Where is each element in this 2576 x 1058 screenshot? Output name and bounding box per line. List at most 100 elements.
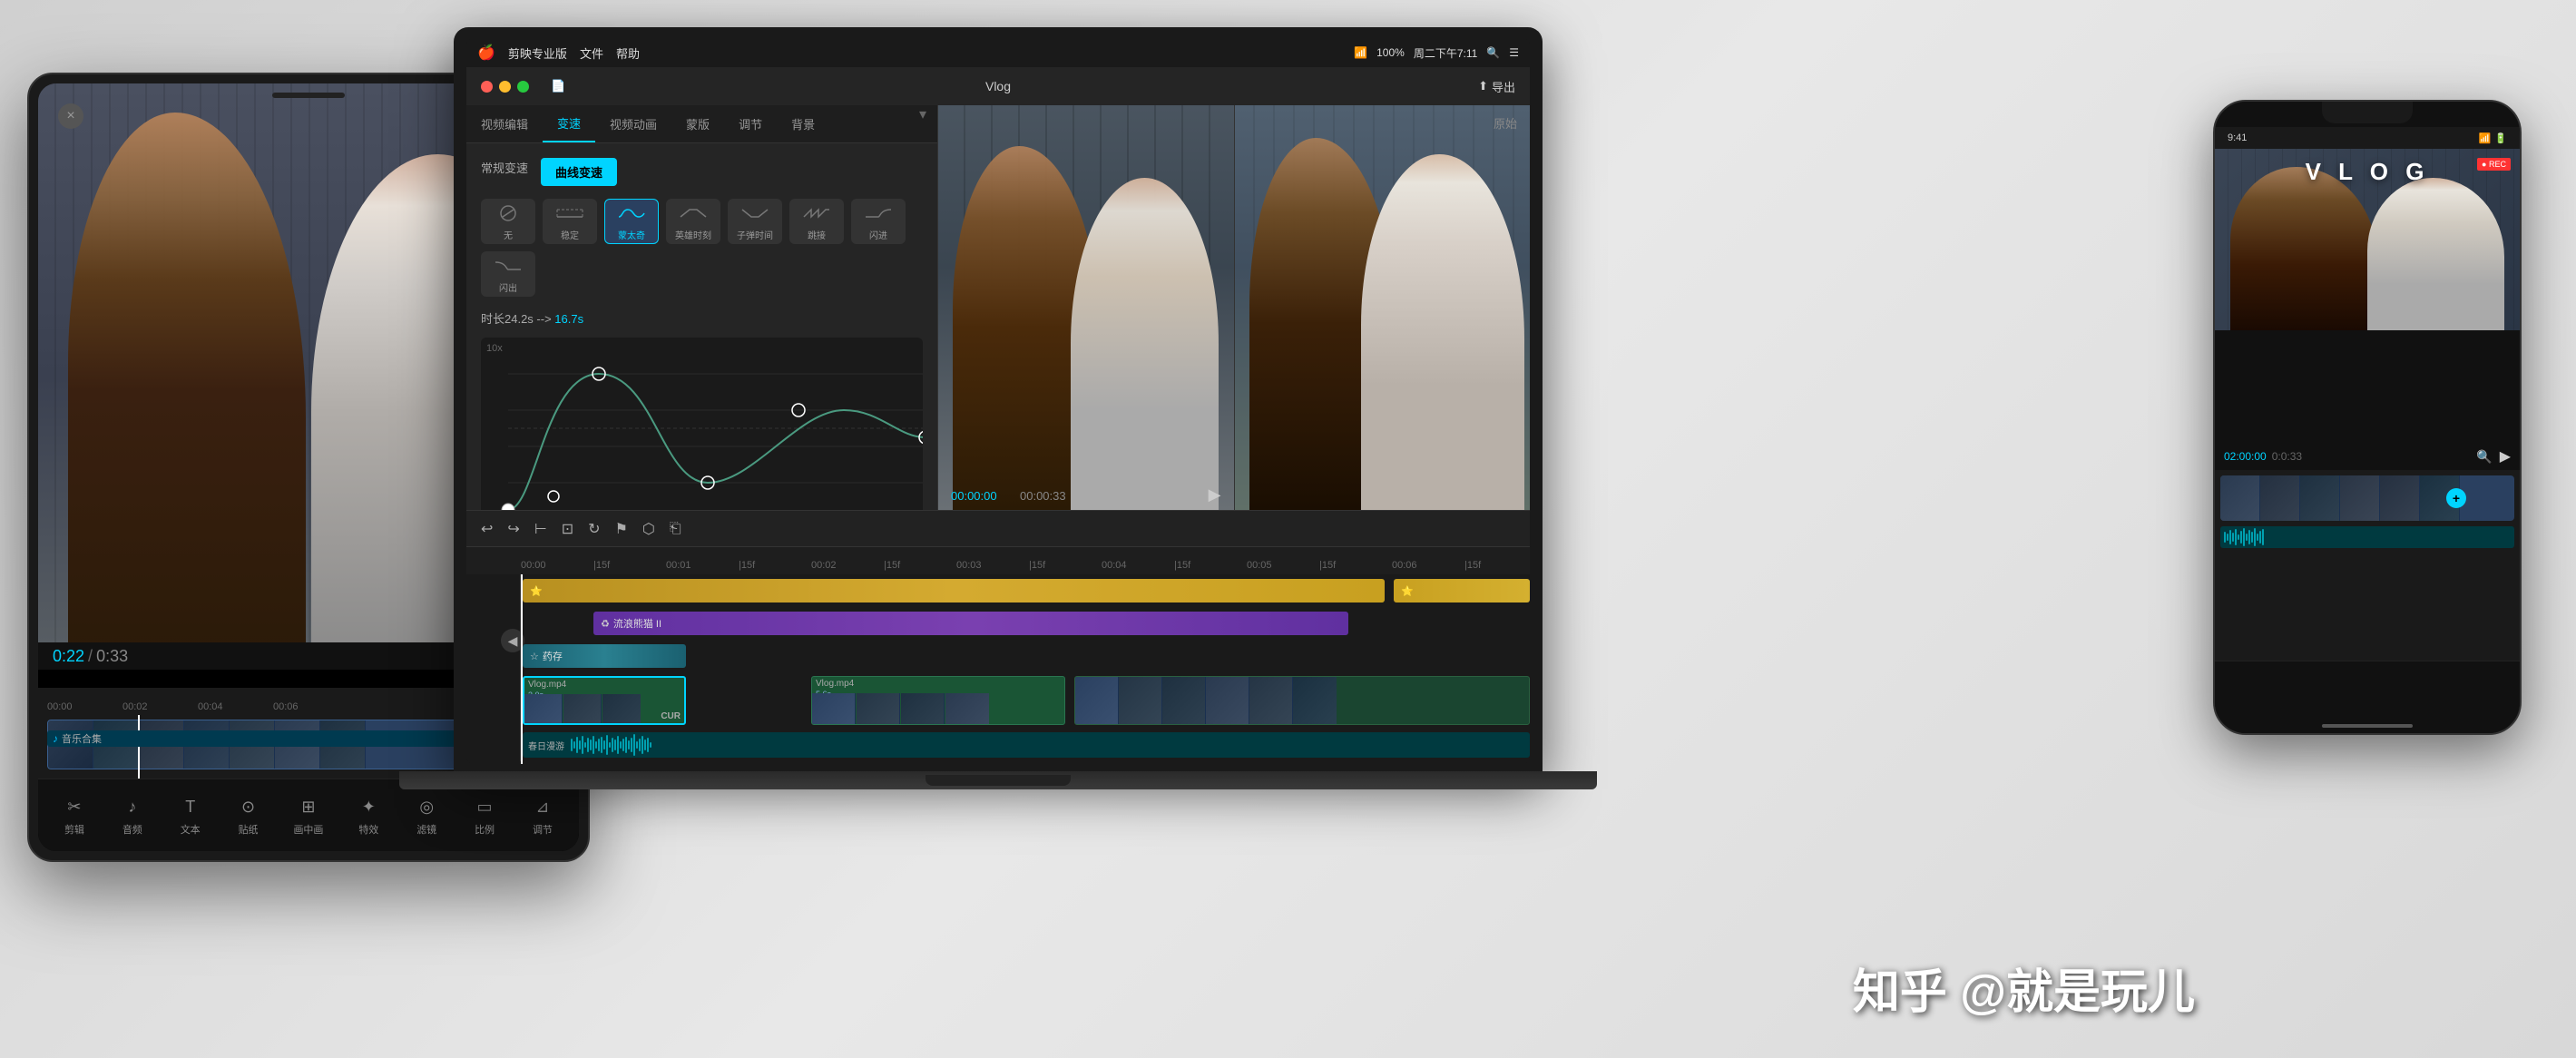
tablet-close-btn[interactable]: × [58,103,83,129]
toolbar-pip[interactable]: ⊞ 画中画 [293,794,323,837]
audio-track[interactable]: 春日漫游 [523,732,1530,758]
pws7 [2240,531,2242,544]
export-label[interactable]: 导出 [1492,78,1515,95]
gold-star-icon-2: ⭐ [1401,585,1414,597]
phone-time-current: 02:00:00 [2224,450,2267,463]
video-track-ext[interactable] [1074,676,1530,725]
loop-icon[interactable]: ↻ [588,520,600,538]
audio-track-label: 春日漫游 [528,739,564,752]
video-track-selected[interactable]: Vlog.mp4 3.0s CUR [523,676,686,725]
r12: 00:06 [1392,560,1464,571]
teal-track[interactable]: ☆ 药存 [523,644,686,668]
maximize-button[interactable] [517,81,529,93]
menu-file[interactable]: 文件 [580,44,603,62]
purple-track[interactable]: ♻ 流浪熊猫 II [593,612,1348,635]
scene: × 0:22 [0,0,2576,1058]
wb19 [620,741,622,749]
curve-grid-svg [481,338,923,510]
video1-thumbs [812,693,1064,724]
wb10 [595,741,597,749]
mac-menu-right: 📶 100% 周二下午7:11 🔍 ☰ [1354,45,1519,61]
track-content-4: Vlog.mp4 5.6s [521,672,1530,729]
ve6 [1293,677,1337,725]
speed-jump[interactable]: 跳接 [789,199,844,244]
toolbar-sticker[interactable]: ⊙ 贴纸 [236,794,261,837]
tab-mask[interactable]: 蒙版 [671,105,724,142]
speed-types-row: 无 [481,199,923,297]
phone-time: 9:41 [2228,132,2247,143]
undo-icon[interactable]: ↩ [481,520,493,538]
video-track-1[interactable]: Vlog.mp4 5.6s [811,676,1065,725]
teal-track-label: 药存 [543,649,563,663]
laptop-base [399,771,1597,789]
curve-speed-btn[interactable]: 曲线变速 [541,158,617,186]
preview-play-btn[interactable]: ▶ [1209,485,1221,505]
speed-none[interactable]: 无 [481,199,535,244]
track-row-gold: ⭐ ⭐ [466,574,1530,607]
menu-search-icon[interactable]: 🔍 [1486,46,1500,59]
wb17 [614,740,616,750]
speed-jump-shape [800,202,833,224]
transform-icon[interactable]: ⬡ [642,520,655,538]
tracks-area: ◀ ⭐ ⭐ [466,574,1530,764]
menu-help[interactable]: 帮助 [616,44,640,62]
crop-icon[interactable]: ⊡ [562,520,573,538]
tab-animation[interactable]: 视频动画 [595,105,671,142]
split-icon[interactable]: ⊢ [534,520,547,538]
speed-flat[interactable]: 稳定 [543,199,597,244]
toolbar-effects[interactable]: ✦ 特效 [356,794,381,837]
effects-label: 特效 [358,822,378,837]
pws5 [2235,529,2237,545]
curve-editor: 10x 0.1x [481,338,923,510]
tab-video-edit[interactable]: 视频编辑 [466,105,543,142]
wb26 [639,739,641,751]
phone-play-btn[interactable]: ▶ [2500,447,2511,465]
timeline-cursor [521,574,523,764]
wb8 [590,740,592,750]
wb1 [571,739,573,751]
toolbar-adjust[interactable]: ⊿ 调节 [530,794,555,837]
wb5 [582,736,583,754]
marker-icon[interactable]: ⚑ [615,520,628,538]
new-project-icon: 📄 [551,79,565,93]
timeline-toolbar: ↩ ↪ ⊢ ⊡ ↻ ⚑ ⬡ ⎗ [466,511,1530,547]
gold-track-2[interactable]: ⭐ [1394,579,1530,602]
speed-flashout[interactable]: 闪出 [481,251,535,297]
pt3 [2300,475,2340,521]
gold-track-1[interactable]: ⭐ [523,579,1385,602]
normal-speed-label: 常规变速 [481,159,528,176]
toolbar-audio[interactable]: ♪ 音频 [120,794,145,837]
menu-control-icon[interactable]: ☰ [1509,46,1519,59]
redo-icon[interactable]: ↪ [507,520,519,538]
speed-flashin[interactable]: 闪进 [851,199,906,244]
speed-hero[interactable]: 英雄时刻 [666,199,720,244]
speed-flashout-shape [492,255,524,277]
phone-add-btn[interactable]: + [2446,488,2466,508]
tab-adjust[interactable]: 调节 [724,105,777,142]
speed-montage[interactable]: 蒙太奇 [604,199,659,244]
speed-bullet[interactable]: 子弹时间 [728,199,782,244]
speed-hero-shape [677,202,710,224]
tablet-woman-left [68,113,306,670]
preview-time-current: 00:00:00 [951,489,997,503]
r4: 00:02 [811,560,884,571]
tab-background[interactable]: 背景 [777,105,829,142]
clip-icon[interactable]: ⎗ [670,521,681,537]
phone-toolbar [2215,661,2520,733]
toolbar-filter[interactable]: ◎ 滤镜 [414,794,439,837]
tab-more[interactable]: ▾ [908,105,937,142]
preview-original-label: 原始 [1494,114,1517,132]
r2: 00:01 [666,560,739,571]
video2-label: Vlog.mp4 [528,680,566,690]
minimize-button[interactable] [499,81,511,93]
r9: |15f [1174,560,1247,571]
v2t2 [563,694,602,725]
app-title: Vlog [985,79,1011,93]
toolbar-ratio[interactable]: ▭ 比例 [472,794,497,837]
toolbar-text[interactable]: T 文本 [178,794,203,837]
tab-speed[interactable]: 变速 [543,105,595,142]
toolbar-cut[interactable]: ✂ 剪辑 [62,794,87,837]
phone-zoom-icon[interactable]: 🔍 [2476,449,2492,465]
tablet-music-label: 音乐合集 [62,731,102,746]
close-button[interactable] [481,81,493,93]
